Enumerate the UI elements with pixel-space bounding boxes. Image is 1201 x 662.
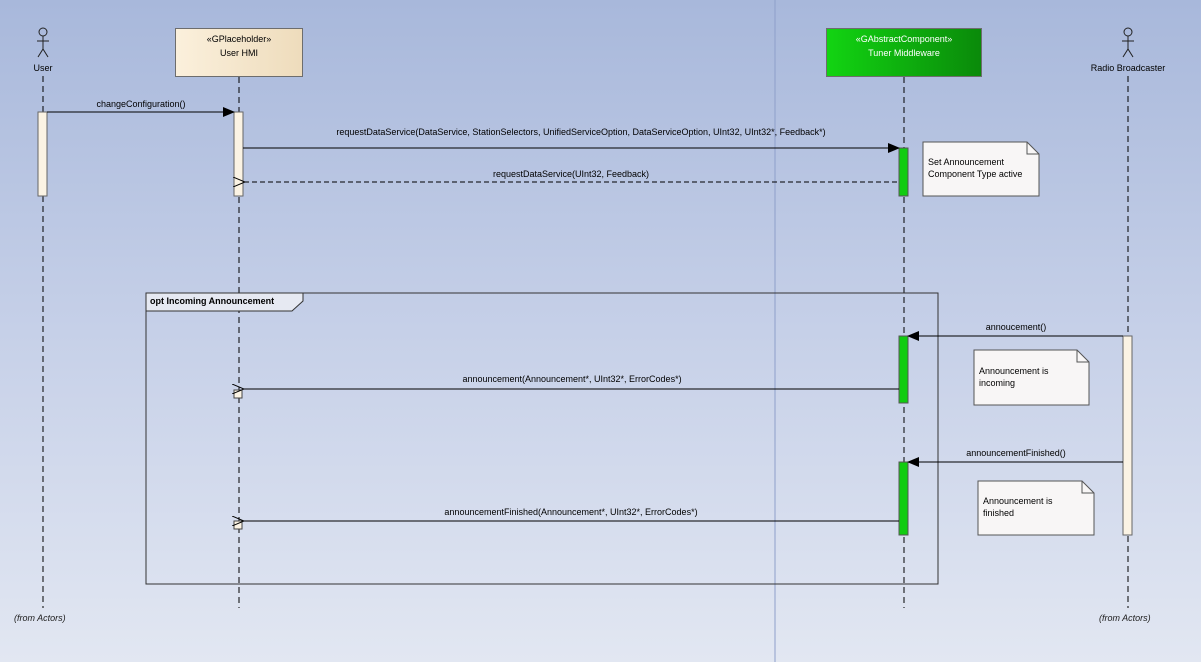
- note-1-line-2: Component Type active: [928, 169, 1023, 179]
- activation-middleware-2: [898, 335, 909, 404]
- note-3-line-2: finished: [983, 508, 1015, 518]
- message-label-1: changeConfiguration(): [96, 99, 186, 109]
- activation-hmi-small-2: [233, 520, 243, 530]
- note-2-line-2: incoming: [979, 378, 1016, 388]
- hmi-stereotype: «GPlaceholder»: [206, 34, 272, 44]
- activation-hmi: [233, 111, 244, 197]
- activation-hmi-small-1: [233, 389, 243, 399]
- middleware-name: Tuner Middleware: [868, 48, 940, 58]
- message-label-4: annoucement(): [985, 322, 1047, 332]
- actor-label-user: User: [33, 63, 53, 73]
- user-actor-icon: [37, 27, 49, 58]
- note-2[interactable]: Announcement is incoming: [979, 365, 1049, 389]
- message-label-5: announcement(Announcement*, UInt32*, Err…: [462, 374, 682, 384]
- lifeline-header-tuner-middleware[interactable]: «GAbstractComponent» Tuner Middleware: [826, 28, 982, 77]
- activation-middleware-3: [898, 461, 909, 536]
- note-3[interactable]: Announcement is finished: [983, 495, 1053, 519]
- hmi-name: User HMI: [220, 48, 258, 58]
- note-1[interactable]: Set Announcement Component Type active: [928, 156, 1022, 180]
- opt-fragment-frame: [145, 292, 939, 585]
- radio-broadcaster-actor-icon: [1122, 27, 1134, 58]
- activation-middleware-1: [898, 147, 909, 197]
- message-label-7: announcementFinished(Announcement*, UInt…: [444, 507, 698, 517]
- note-1-line-1: Set Announcement: [928, 157, 1005, 167]
- opt-fragment-title: opt Incoming Announcement: [150, 296, 275, 306]
- actor-footer-radio-broadcaster: (from Actors): [1099, 613, 1151, 623]
- message-label-3: requestDataService(UInt32, Feedback): [492, 169, 650, 179]
- actor-label-radio-broadcaster: Radio Broadcaster: [1090, 63, 1166, 73]
- middleware-stereotype: «GAbstractComponent»: [855, 34, 953, 44]
- note-3-line-1: Announcement is: [983, 496, 1053, 506]
- message-label-2: requestDataService(DataService, StationS…: [336, 127, 826, 137]
- note-2-line-1: Announcement is: [979, 366, 1049, 376]
- message-label-6: announcementFinished(): [966, 448, 1066, 458]
- activation-user: [37, 111, 48, 197]
- activation-radio: [1122, 335, 1133, 536]
- lifeline-header-user-hmi[interactable]: «GPlaceholder» User HMI: [175, 28, 303, 77]
- actor-footer-user: (from Actors): [14, 613, 66, 623]
